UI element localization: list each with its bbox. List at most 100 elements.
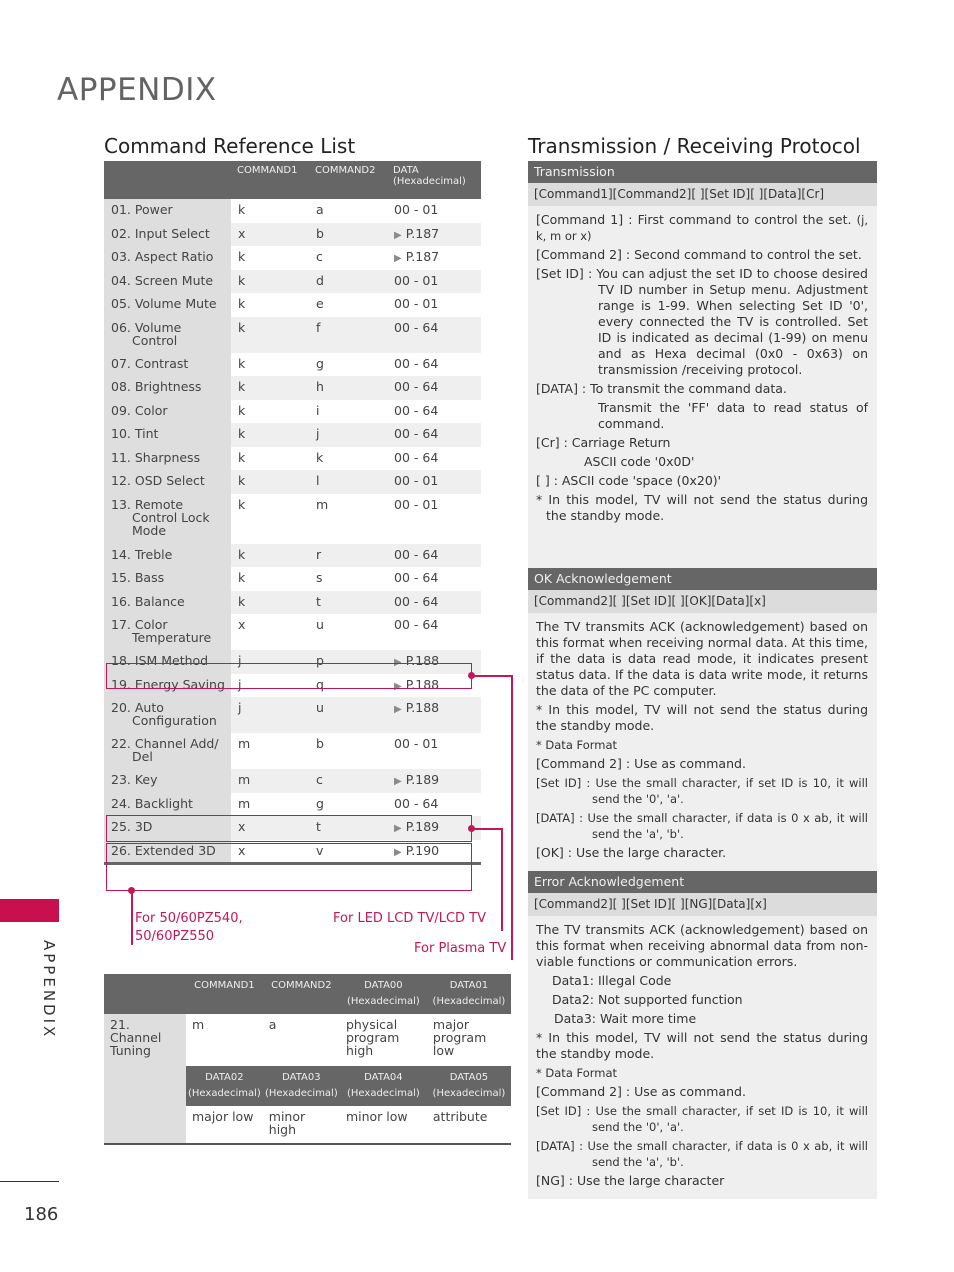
channel-tuning-header-1: COMMAND1 COMMAND2 DATA00 (Hexadecimal) DA…	[104, 974, 511, 1014]
error-ack-format-label: * Data Format	[536, 1066, 618, 1080]
command-row: 24. Backlight m g 00 - 64	[104, 792, 481, 816]
command-row: 07. Contrast k g 00 - 64	[104, 352, 481, 376]
command1-value: k	[231, 376, 309, 400]
command-row: 12. OSD Select k l 00 - 01	[104, 470, 481, 494]
callout-line-plasma-vertical	[511, 675, 513, 960]
command1-value: k	[231, 316, 309, 353]
command2-value: m	[309, 493, 387, 544]
arrow-right-icon: ▶	[394, 253, 402, 264]
header-data01: DATA01 (Hexadecimal)	[426, 974, 511, 1014]
command-name: 01. Power	[104, 199, 231, 223]
command2-value: c	[309, 769, 387, 793]
command-row: 20. Auto Configuration j u ▶ P.188	[104, 697, 481, 733]
command-name: 13. Remote Control Lock Mode	[104, 493, 231, 544]
cell-command2: a	[262, 1014, 340, 1066]
command1-value: k	[231, 590, 309, 614]
error-ack-header: Error Acknowledgement	[528, 871, 877, 893]
transmission-header: Transmission	[528, 161, 877, 183]
data-value: 00 - 64	[387, 423, 481, 447]
error-ack-data: [DATA] : Use the small character, if dat…	[536, 1139, 868, 1169]
callout-line-led-vertical	[501, 828, 503, 931]
cell-data02: major low	[186, 1106, 263, 1144]
command-row: 11. Sharpness k k 00 - 64	[104, 446, 481, 470]
command2-value: b	[309, 222, 387, 246]
highlight-ism-method	[106, 663, 472, 689]
command1-value: k	[231, 199, 309, 223]
highlight-3d	[106, 843, 472, 891]
data-value: 00 - 64	[387, 590, 481, 614]
ok-ack-format-label: * Data Format	[536, 738, 618, 752]
command-name: 04. Screen Mute	[104, 269, 231, 293]
command-row: 10. Tint k j 00 - 64	[104, 423, 481, 447]
command2-value: e	[309, 293, 387, 317]
error-ack-setid: [Set ID] : Use the small character, if s…	[536, 1104, 868, 1134]
command-row: 23. Key m c ▶ P.189	[104, 769, 481, 793]
command1-value: k	[231, 543, 309, 567]
transmission-body: [Command 1] : First command to control t…	[528, 206, 877, 589]
data-value: 00 - 64	[387, 543, 481, 567]
command-row: 15. Bass k s 00 - 64	[104, 567, 481, 591]
command1-value: k	[231, 470, 309, 494]
channel-tuning-table: COMMAND1 COMMAND2 DATA00 (Hexadecimal) DA…	[104, 974, 511, 1145]
data-value: 00 - 64	[387, 446, 481, 470]
data-value: 00 - 64	[387, 399, 481, 423]
ok-ack-header: OK Acknowledgement	[528, 568, 877, 590]
header-data00: DATA00 (Hexadecimal)	[339, 974, 427, 1014]
error-ack-section: Error Acknowledgement [Command2][ ][Set …	[528, 871, 877, 1199]
command-name: 15. Bass	[104, 567, 231, 591]
transmission-section: Transmission [Command1][Command2][ ][Set…	[528, 161, 877, 589]
command-row: 17. Color Temperature x u 00 - 64	[104, 614, 481, 650]
cell-data05: attribute	[426, 1106, 511, 1144]
callout-line-models	[131, 890, 133, 945]
command-name: 09. Color	[104, 399, 231, 423]
command-name: 20. Auto Configuration	[104, 697, 231, 733]
channel-tuning-row-1: 21. Channel Tuning m a physical program …	[104, 1014, 511, 1144]
command2-value: c	[309, 246, 387, 270]
callout-line-plasma	[472, 675, 512, 677]
ok-ack-cmd2: [Command 2] : Use as command.	[536, 756, 746, 771]
data-value: 00 - 01	[387, 733, 481, 769]
command1-value: k	[231, 352, 309, 376]
channel-tuning-name: 21. Channel Tuning	[104, 1014, 186, 1144]
transmission-cr-detail: ASCII code '0x0D'	[584, 454, 695, 469]
header-command1: COMMAND1	[231, 161, 309, 199]
error-ack-desc: The TV transmits ACK (acknowledgement) b…	[536, 922, 868, 969]
command-name: 23. Key	[104, 769, 231, 793]
command-name: 14. Treble	[104, 543, 231, 567]
command2-value: g	[309, 352, 387, 376]
command1-value: j	[231, 697, 309, 733]
ok-ack-note: * In this model, TV will not send the st…	[536, 702, 868, 733]
error-ack-data3: Data3: Wait more time	[554, 1011, 697, 1026]
data-value: 00 - 64	[387, 376, 481, 400]
header-data: DATA (Hexadecimal)	[387, 161, 481, 199]
header-data03: DATA03 (Hexadecimal)	[262, 1066, 340, 1106]
ok-ack-ok: [OK] : Use the large character.	[536, 845, 727, 860]
command-name: 03. Aspect Ratio	[104, 246, 231, 270]
header-data02: DATA02 (Hexadecimal)	[186, 1066, 263, 1106]
command1-value: k	[231, 293, 309, 317]
transmission-space: [ ] : ASCII code 'space (0x20)'	[536, 473, 722, 488]
data-value: ▶ P.187	[387, 246, 481, 270]
header-data05: DATA05 (Hexadecimal)	[426, 1066, 511, 1106]
error-ack-ng: [NG] : Use the large character	[536, 1173, 725, 1188]
command1-value: m	[231, 733, 309, 769]
note-models: For 50/60PZ540, 50/60PZ550	[135, 911, 243, 944]
ok-ack-body: The TV transmits ACK (acknowledgement) b…	[528, 613, 877, 872]
command-row: 09. Color k i 00 - 64	[104, 399, 481, 423]
command-name: 22. Channel Add/Del	[104, 733, 231, 769]
command-name: 17. Color Temperature	[104, 614, 231, 650]
command2-value: j	[309, 423, 387, 447]
ok-ack-setid: [Set ID] : Use the small character, if s…	[536, 776, 868, 806]
command-name: 11. Sharpness	[104, 446, 231, 470]
command2-value: l	[309, 470, 387, 494]
cell-data03: minor high	[262, 1106, 340, 1144]
command-name: 06. Volume Control	[104, 316, 231, 353]
command2-value: k	[309, 446, 387, 470]
cell-data01: major program low	[426, 1014, 511, 1066]
appendix-side-label: APPENDIX	[40, 940, 58, 1040]
command-table-header: COMMAND1 COMMAND2 DATA (Hexadecimal)	[104, 161, 481, 199]
command2-value: u	[309, 614, 387, 650]
ok-ack-desc: The TV transmits ACK (acknowledgement) b…	[536, 619, 868, 698]
command1-value: x	[231, 222, 309, 246]
command2-value: a	[309, 199, 387, 223]
